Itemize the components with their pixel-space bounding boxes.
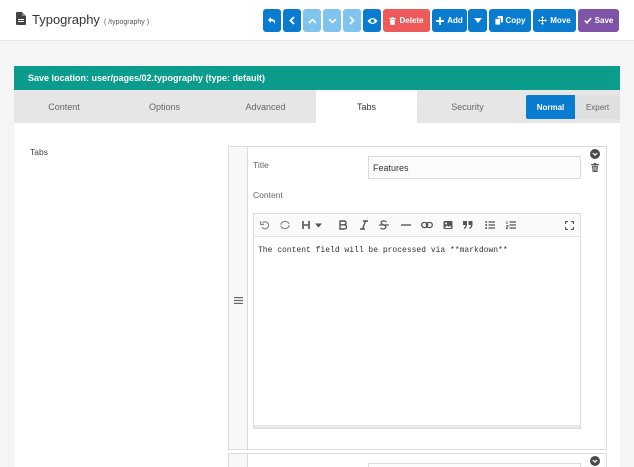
chevron-up-icon xyxy=(307,17,317,24)
add-button-label: Add xyxy=(447,16,463,25)
eye-icon xyxy=(367,17,377,24)
list-item xyxy=(228,453,607,467)
tabs-field-label: Tabs xyxy=(30,147,48,157)
copy-button[interactable]: Copy xyxy=(489,9,531,32)
expert-mode-button[interactable]: Expert xyxy=(575,95,620,119)
delete-button[interactable]: Delete xyxy=(383,9,430,32)
chevron-right-icon xyxy=(349,16,355,25)
markdown-editor: The content field will be processed via … xyxy=(253,213,581,429)
bold-icon[interactable] xyxy=(337,219,349,231)
toolbar: Delete Add Copy Move Save xyxy=(263,9,619,32)
back-button[interactable] xyxy=(263,9,281,32)
title-field-label: Title xyxy=(253,160,269,170)
preview-button[interactable] xyxy=(363,9,381,32)
editor-toolbar xyxy=(254,214,580,237)
arrows-move-icon xyxy=(538,16,548,25)
collapse-toggle-icon[interactable] xyxy=(590,149,600,161)
save-button[interactable]: Save xyxy=(578,9,619,32)
page-title: Typography ( /typography ) xyxy=(16,11,149,27)
next-page-button[interactable] xyxy=(343,9,361,32)
numbered-list-icon[interactable] xyxy=(505,219,517,231)
caret-down-icon xyxy=(473,18,482,23)
italic-icon[interactable] xyxy=(358,219,370,231)
page-title-text: Typography xyxy=(32,12,100,27)
fullscreen-icon[interactable] xyxy=(563,219,575,231)
add-button[interactable]: Add xyxy=(432,9,467,32)
title-input[interactable]: Features xyxy=(368,156,581,179)
top-bar: Typography ( /typography ) Delete Add Co… xyxy=(0,0,634,41)
collapse-toggle-icon[interactable] xyxy=(590,456,600,467)
undo-arrow-icon xyxy=(267,16,275,24)
previous-page-button[interactable] xyxy=(283,9,301,32)
copy-button-label: Copy xyxy=(505,16,526,25)
drag-column[interactable] xyxy=(229,454,248,467)
move-down-button[interactable] xyxy=(323,9,341,32)
chevron-left-icon xyxy=(289,16,295,25)
trash-icon xyxy=(389,16,397,25)
redo-icon[interactable] xyxy=(279,219,291,231)
bulleted-list-icon[interactable] xyxy=(484,219,496,231)
tab-options[interactable]: Options xyxy=(114,90,215,123)
content-field-label: Content xyxy=(253,190,283,200)
move-up-button[interactable] xyxy=(303,9,321,32)
check-icon xyxy=(583,17,592,24)
delete-item-icon[interactable] xyxy=(591,163,599,174)
save-button-label: Save xyxy=(594,16,614,25)
tab-content[interactable]: Content xyxy=(14,90,114,123)
tab-tabs[interactable]: Tabs xyxy=(316,90,417,123)
document-icon xyxy=(16,12,26,25)
heading-dropdown-icon[interactable] xyxy=(301,219,325,231)
drag-handle-icon[interactable] xyxy=(234,296,243,306)
editor-resize-bar[interactable] xyxy=(254,425,580,428)
title-input[interactable] xyxy=(368,463,581,467)
tab-advanced[interactable]: Advanced xyxy=(215,90,316,123)
horizontal-rule-icon[interactable] xyxy=(400,219,412,231)
quote-icon[interactable] xyxy=(462,219,474,231)
chevron-down-icon xyxy=(327,17,337,24)
tab-security[interactable]: Security xyxy=(417,90,518,123)
plus-icon xyxy=(436,16,445,25)
drag-column[interactable] xyxy=(229,147,248,449)
strikethrough-icon[interactable] xyxy=(378,219,390,231)
save-location-bar: Save location: user/pages/02.typography … xyxy=(14,66,620,90)
move-button-label: Move xyxy=(550,16,571,25)
move-button[interactable]: Move xyxy=(533,9,576,32)
list-item: Title Features Content The content field… xyxy=(228,146,607,450)
image-icon[interactable] xyxy=(442,219,454,231)
copy-icon xyxy=(494,16,503,25)
mode-toggle: Normal Expert xyxy=(526,95,620,119)
editor-textarea[interactable]: The content field will be processed via … xyxy=(254,237,580,264)
undo-icon[interactable] xyxy=(259,219,271,231)
add-dropdown-toggle[interactable] xyxy=(468,9,487,32)
link-icon[interactable] xyxy=(421,219,433,231)
delete-button-label: Delete xyxy=(399,16,424,25)
page-route: ( /typography ) xyxy=(103,19,150,26)
normal-mode-button[interactable]: Normal xyxy=(526,95,575,119)
